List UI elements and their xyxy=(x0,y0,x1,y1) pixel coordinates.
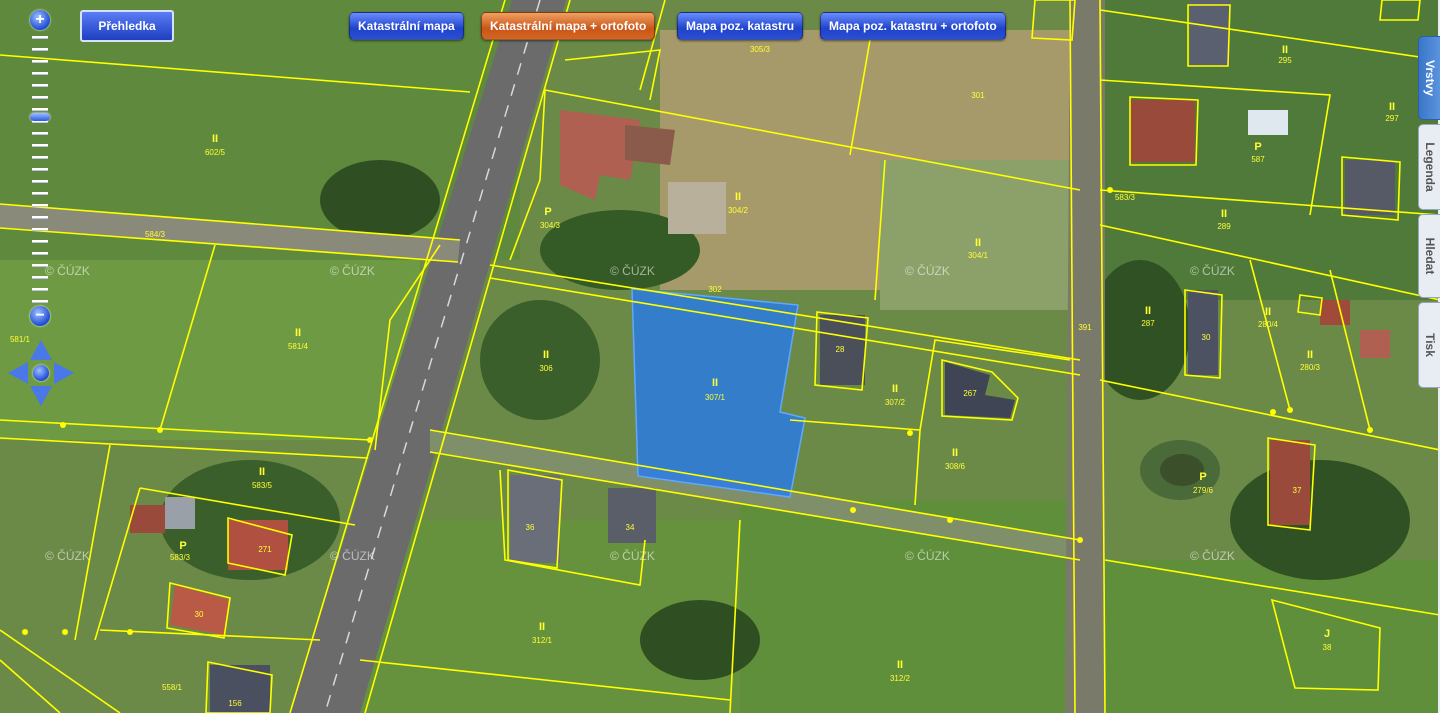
svg-text:304/2: 304/2 xyxy=(728,206,749,215)
tab-legend[interactable]: Legenda xyxy=(1418,124,1440,210)
zoom-in-button[interactable]: + xyxy=(30,10,50,30)
cadastral-ortho-button[interactable]: Katastrální mapa + ortofoto xyxy=(481,12,656,40)
svg-text:II: II xyxy=(1221,208,1227,220)
orthophoto-layer: © ČÚZK © ČÚZK © ČÚZK © ČÚZK © ČÚZK © ČÚZ… xyxy=(0,0,1440,713)
svg-text:280/3: 280/3 xyxy=(1300,363,1321,372)
svg-text:II: II xyxy=(543,349,549,361)
svg-text:© ČÚZK: © ČÚZK xyxy=(1190,263,1235,278)
tab-print[interactable]: Tisk xyxy=(1418,302,1440,388)
svg-text:302: 302 xyxy=(708,285,722,294)
svg-text:II: II xyxy=(1265,306,1271,318)
svg-text:II: II xyxy=(259,466,265,478)
cadastral-map[interactable]: © ČÚZK © ČÚZK © ČÚZK © ČÚZK © ČÚZK © ČÚZ… xyxy=(0,0,1440,713)
svg-text:37: 37 xyxy=(1293,486,1302,495)
svg-text:287: 287 xyxy=(1141,319,1155,328)
svg-text:583/5: 583/5 xyxy=(252,481,273,490)
svg-text:© ČÚZK: © ČÚZK xyxy=(905,548,950,563)
svg-text:391: 391 xyxy=(1078,323,1092,332)
svg-text:II: II xyxy=(892,383,898,395)
svg-text:308/6: 308/6 xyxy=(945,462,966,471)
tab-search-label: Hledat xyxy=(1422,237,1437,275)
svg-text:P: P xyxy=(179,540,186,552)
pan-down-arrow-icon[interactable] xyxy=(30,386,52,406)
zoom-out-button[interactable]: − xyxy=(30,306,50,326)
svg-text:II: II xyxy=(975,237,981,249)
svg-text:II: II xyxy=(952,447,958,459)
svg-text:30: 30 xyxy=(195,610,204,619)
svg-text:P: P xyxy=(1199,471,1206,483)
overview-button[interactable]: Přehledka xyxy=(80,10,174,42)
pan-control xyxy=(8,340,74,406)
svg-text:301: 301 xyxy=(971,91,985,100)
pan-center-button[interactable] xyxy=(33,365,49,381)
svg-text:306: 306 xyxy=(539,364,553,373)
svg-text:P: P xyxy=(544,206,551,218)
svg-text:II: II xyxy=(1389,101,1395,113)
svg-text:297: 297 xyxy=(1385,114,1399,123)
land-register-map-button[interactable]: Mapa poz. katastru xyxy=(677,12,804,40)
tab-print-label: Tisk xyxy=(1422,333,1437,357)
svg-text:II: II xyxy=(539,621,545,633)
svg-text:© ČÚZK: © ČÚZK xyxy=(330,263,375,278)
svg-text:267: 267 xyxy=(963,389,977,398)
svg-text:558/1: 558/1 xyxy=(162,683,183,692)
svg-text:289: 289 xyxy=(1217,222,1231,231)
svg-text:II: II xyxy=(712,377,718,389)
zoom-control: + − xyxy=(26,10,54,330)
svg-text:30: 30 xyxy=(1202,333,1211,342)
svg-text:28: 28 xyxy=(836,345,845,354)
svg-text:34: 34 xyxy=(626,523,635,532)
pan-up-arrow-icon[interactable] xyxy=(30,340,52,360)
svg-text:II: II xyxy=(1282,44,1288,56)
svg-text:279/6: 279/6 xyxy=(1193,486,1214,495)
svg-text:304/1: 304/1 xyxy=(968,251,989,260)
svg-text:312/2: 312/2 xyxy=(890,674,911,683)
land-register-ortho-button[interactable]: Mapa poz. katastru + ortofoto xyxy=(820,12,1006,40)
svg-text:312/1: 312/1 xyxy=(532,636,553,645)
tab-layers[interactable]: Vrstvy xyxy=(1418,36,1440,120)
svg-text:© ČÚZK: © ČÚZK xyxy=(330,548,375,563)
svg-text:J: J xyxy=(1324,628,1330,640)
svg-text:II: II xyxy=(212,133,218,145)
svg-text:584/3: 584/3 xyxy=(145,230,166,239)
svg-text:© ČÚZK: © ČÚZK xyxy=(45,548,90,563)
svg-text:583/3: 583/3 xyxy=(1115,193,1136,202)
svg-text:38: 38 xyxy=(1323,643,1332,652)
svg-text:II: II xyxy=(1145,305,1151,317)
map-viewer: © ČÚZK © ČÚZK © ČÚZK © ČÚZK © ČÚZK © ČÚZ… xyxy=(0,0,1440,713)
svg-text:II: II xyxy=(295,327,301,339)
svg-text:305/3: 305/3 xyxy=(750,45,771,54)
svg-text:583/3: 583/3 xyxy=(170,553,191,562)
svg-text:© ČÚZK: © ČÚZK xyxy=(905,263,950,278)
svg-text:© ČÚZK: © ČÚZK xyxy=(1190,548,1235,563)
pan-right-arrow-icon[interactable] xyxy=(54,362,74,384)
zoom-slider-handle[interactable] xyxy=(30,112,50,121)
tab-legend-label: Legenda xyxy=(1422,142,1437,192)
svg-text:P: P xyxy=(1254,141,1261,153)
svg-text:II: II xyxy=(735,191,741,203)
svg-text:602/5: 602/5 xyxy=(205,148,226,157)
svg-text:271: 271 xyxy=(258,545,272,554)
svg-text:587: 587 xyxy=(1251,155,1265,164)
svg-text:II: II xyxy=(1307,349,1313,361)
svg-text:© ČÚZK: © ČÚZK xyxy=(610,263,655,278)
tab-search[interactable]: Hledat xyxy=(1418,214,1440,298)
tab-layers-label: Vrstvy xyxy=(1422,59,1437,97)
cadastral-map-button[interactable]: Katastrální mapa xyxy=(349,12,464,40)
svg-text:307/2: 307/2 xyxy=(885,398,906,407)
svg-text:II: II xyxy=(897,659,903,671)
pan-left-arrow-icon[interactable] xyxy=(8,362,28,384)
svg-text:581/4: 581/4 xyxy=(288,342,309,351)
svg-text:304/3: 304/3 xyxy=(540,221,561,230)
zoom-slider-track[interactable] xyxy=(32,36,48,308)
svg-text:280/4: 280/4 xyxy=(1258,320,1279,329)
svg-text:© ČÚZK: © ČÚZK xyxy=(610,548,655,563)
svg-text:307/1: 307/1 xyxy=(705,393,726,402)
svg-text:36: 36 xyxy=(526,523,535,532)
svg-text:156: 156 xyxy=(228,699,242,708)
svg-text:295: 295 xyxy=(1278,56,1292,65)
